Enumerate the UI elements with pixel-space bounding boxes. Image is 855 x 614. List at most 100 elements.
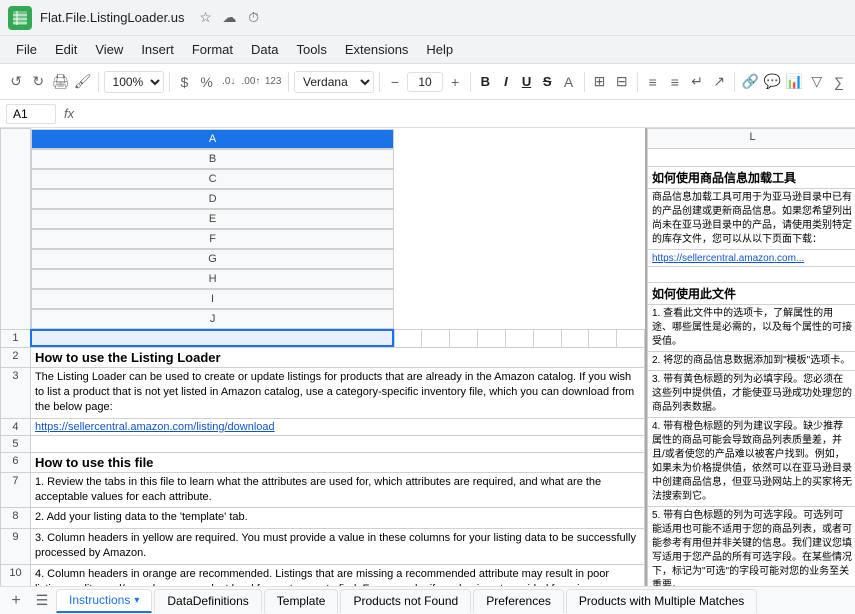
right-col-header-L[interactable]: L xyxy=(648,129,855,149)
cell-a6[interactable]: How to use this file xyxy=(30,452,644,472)
function-button[interactable]: ∑ xyxy=(829,69,849,95)
cell-a4[interactable]: https://sellercentral.amazon.com/listing… xyxy=(30,418,644,435)
print-button[interactable]: 🖨 xyxy=(50,69,70,95)
comment-button[interactable]: 💬 xyxy=(762,69,782,95)
spreadsheet-container: A B C D E F G H I J 1 xyxy=(0,128,855,614)
toolbar: ↺ ↻ 🖨 🖌 100% 75% 50% $ % .0↓ .00↑ 123 Ve… xyxy=(0,64,855,100)
menu-extensions[interactable]: Extensions xyxy=(337,39,417,60)
menu-insert[interactable]: Insert xyxy=(133,39,182,60)
font-select[interactable]: Verdana Arial Times New Roman xyxy=(294,71,374,93)
decimal-decrease-button[interactable]: .0↓ xyxy=(219,69,239,95)
col-header-J[interactable]: J xyxy=(31,309,394,329)
sheet-list-button[interactable]: ☰ xyxy=(30,590,54,612)
right-r2-text: 如何使用商品信息加载工具 xyxy=(652,171,796,185)
right-row-5 xyxy=(648,267,855,283)
row-num-5: 5 xyxy=(1,435,31,452)
right-panel: L 如何使用商品信息加载工具 xyxy=(645,128,855,586)
align-left-button[interactable]: ≡ xyxy=(643,69,663,95)
menu-view[interactable]: View xyxy=(87,39,131,60)
corner-cell xyxy=(1,129,31,330)
italic-button[interactable]: I xyxy=(497,70,516,94)
col-header-I[interactable]: I xyxy=(31,289,394,309)
font-size-input[interactable] xyxy=(407,72,443,92)
left-panel: A B C D E F G H I J 1 xyxy=(0,128,645,586)
cell-a8-text: 2. Add your listing data to the 'templat… xyxy=(35,510,640,525)
separator-2 xyxy=(169,72,170,92)
right-row-1 xyxy=(648,149,855,167)
cell-a4-link[interactable]: https://sellercentral.amazon.com/listing… xyxy=(35,421,275,433)
tab-products-not-found[interactable]: Products not Found ▾ xyxy=(340,589,471,613)
menu-file[interactable]: File xyxy=(8,39,45,60)
chart-button[interactable]: 📊 xyxy=(785,69,805,95)
col-header-A[interactable]: A xyxy=(31,129,394,149)
row-num-1: 1 xyxy=(1,329,31,347)
font-size-decrease-button[interactable]: − xyxy=(385,69,405,95)
title-bar: Flat.File.ListingLoader.us ☆ ☁ ⏱ xyxy=(0,0,855,36)
right-r3-text: 商品信息加载工具可用于为亚马逊目录中已有的产品创建或更新商品信息。如果您希望列出… xyxy=(652,191,853,247)
percent-button[interactable]: % xyxy=(197,69,217,95)
text-rotate-button[interactable]: ↗ xyxy=(709,69,729,95)
bold-button[interactable]: B xyxy=(476,70,495,94)
row-num-6: 6 xyxy=(1,452,31,472)
cell-a7-text: 1. Review the tabs in this file to learn… xyxy=(35,475,640,506)
tab-products-not-found-label: Products not Found xyxy=(353,594,458,608)
menu-help[interactable]: Help xyxy=(418,39,461,60)
redo-button[interactable]: ↻ xyxy=(28,69,48,95)
app-title: Flat.File.ListingLoader.us xyxy=(40,10,185,25)
text-wrap-button[interactable]: ↵ xyxy=(687,69,707,95)
right-row-2: 如何使用商品信息加载工具 xyxy=(648,167,855,189)
font-size-increase-button[interactable]: + xyxy=(445,69,465,95)
col-header-G[interactable]: G xyxy=(31,249,394,269)
col-header-F[interactable]: F xyxy=(31,229,394,249)
cell-reference-input[interactable] xyxy=(6,104,56,124)
link-button[interactable]: 🔗 xyxy=(740,69,760,95)
paint-format-button[interactable]: 🖌 xyxy=(73,69,93,95)
cell-a3[interactable]: The Listing Loader can be used to create… xyxy=(30,367,644,418)
number-format-button[interactable]: 123 xyxy=(263,69,283,95)
menu-format[interactable]: Format xyxy=(184,39,241,60)
col-header-C[interactable]: C xyxy=(31,169,394,189)
cell-a7[interactable]: 1. Review the tabs in this file to learn… xyxy=(30,472,644,508)
star-icon[interactable]: ☆ xyxy=(197,9,215,27)
border-button[interactable]: ⊞ xyxy=(589,69,609,95)
cloud-icon[interactable]: ☁ xyxy=(221,9,239,27)
merge-button[interactable]: ⊟ xyxy=(612,69,632,95)
tab-instructions[interactable]: Instructions ▾ xyxy=(56,589,152,613)
zoom-select[interactable]: 100% 75% 50% xyxy=(104,71,164,93)
cell-a2[interactable]: How to use the Listing Loader xyxy=(30,347,644,367)
align-center-button[interactable]: ≡ xyxy=(665,69,685,95)
cell-a10[interactable]: 4. Column headers in orange are recommen… xyxy=(30,564,644,586)
formula-input[interactable] xyxy=(82,105,849,123)
add-sheet-button[interactable]: + xyxy=(4,590,28,612)
filter-button[interactable]: ▽ xyxy=(807,69,827,95)
currency-button[interactable]: $ xyxy=(174,69,194,95)
tab-datadefinitions[interactable]: DataDefinitions ▾ xyxy=(154,589,261,613)
col-header-H[interactable]: H xyxy=(31,269,394,289)
underline-button[interactable]: U xyxy=(517,70,536,94)
tab-preferences[interactable]: Preferences ▾ xyxy=(473,589,564,613)
col-header-E[interactable]: E xyxy=(31,209,394,229)
undo-button[interactable]: ↺ xyxy=(6,69,26,95)
right-r4-link[interactable]: https://sellercentral.amazon.com... xyxy=(652,253,804,264)
cell-a3-text: The Listing Loader can be used to create… xyxy=(35,370,640,416)
separator-7 xyxy=(637,72,638,92)
menu-tools[interactable]: Tools xyxy=(288,39,334,60)
history-icon[interactable]: ⏱ xyxy=(245,9,263,27)
cell-a9[interactable]: 3. Column headers in yellow are required… xyxy=(30,528,644,564)
cell-a8[interactable]: 2. Add your listing data to the 'templat… xyxy=(30,508,644,528)
row-num-8: 8 xyxy=(1,508,31,528)
tab-template[interactable]: Template ▾ xyxy=(264,589,339,613)
strikethrough-button[interactable]: S xyxy=(538,70,557,94)
text-color-button[interactable]: A xyxy=(558,69,578,95)
decimal-increase-button[interactable]: .00↑ xyxy=(241,69,261,95)
row-9: 9 3. Column headers in yellow are requir… xyxy=(1,528,645,564)
col-header-D[interactable]: D xyxy=(31,189,394,209)
col-header-B[interactable]: B xyxy=(31,149,394,169)
right-row-3: 商品信息加载工具可用于为亚马逊目录中已有的产品创建或更新商品信息。如果您希望列出… xyxy=(648,189,855,250)
row-2: 2 How to use the Listing Loader xyxy=(1,347,645,367)
cell-a1[interactable] xyxy=(30,329,394,347)
menu-data[interactable]: Data xyxy=(243,39,286,60)
tab-products-multiple-matches[interactable]: Products with Multiple Matches ▾ xyxy=(566,589,757,613)
menu-edit[interactable]: Edit xyxy=(47,39,85,60)
menu-bar: File Edit View Insert Format Data Tools … xyxy=(0,36,855,64)
